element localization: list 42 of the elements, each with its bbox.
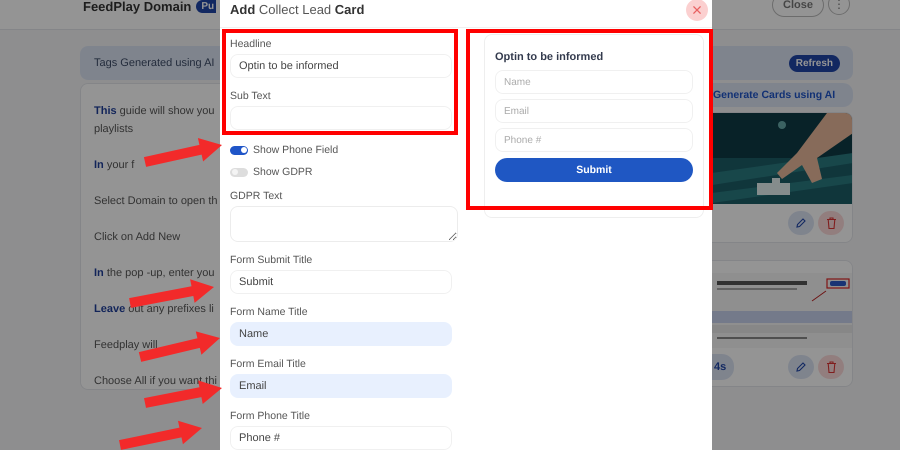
duration-button[interactable]: 4s [712,354,734,380]
field-label: Form Phone Title [230,410,311,422]
field-label: GDPR Text [230,190,284,202]
field-label: Sub Text [230,90,272,102]
status-badge: Pu [196,0,216,13]
field-label: Form Submit Title [230,254,314,266]
text-field[interactable]: Email [495,99,693,123]
edit-button[interactable] [788,355,814,379]
delete-button[interactable] [818,211,844,235]
text-field[interactable]: Email [230,374,452,398]
tags-label: Tags Generated using AI [94,57,214,69]
text-field[interactable]: Name [495,70,693,94]
submit-button[interactable]: Submit [495,158,693,182]
text-field[interactable]: Name [230,322,452,346]
toggle-label: Show GDPR [253,166,313,178]
guide-step: In the pop -up, enter you [94,264,214,282]
toggle-switch[interactable] [230,146,248,154]
preview-heading: Optin to be informed [495,51,604,63]
guide-step: Feedplay will [94,336,158,354]
text-field[interactable]: Optin to be informed [230,54,452,78]
guide-step: Select Domain to open th [94,192,218,210]
edit-button[interactable] [788,211,814,235]
refresh-button[interactable]: Refresh [788,54,840,72]
guide-step: In your f [94,156,134,174]
toggle-switch[interactable] [230,168,248,176]
field-label: Form Email Title [230,358,307,370]
dialog-title: Add Collect Lead Card [230,2,364,17]
guide-step: This guide will show you playlists [94,102,214,138]
toggle-label: Show Phone Field [253,144,338,156]
text-field[interactable]: Submit [230,270,452,294]
delete-button[interactable] [818,355,844,379]
pencil-icon [795,361,807,373]
field-label: Headline [230,38,272,50]
page-title: FeedPlay Domain [83,0,192,14]
text-field[interactable]: Phone # [230,426,452,450]
pencil-icon [795,217,807,229]
text-field[interactable]: Phone # [495,128,693,152]
trash-icon [826,217,836,229]
text-field[interactable] [230,106,452,130]
field-label: Form Name Title [230,306,309,318]
guide-step: Click on Add New [94,228,180,246]
trash-icon [826,361,836,373]
